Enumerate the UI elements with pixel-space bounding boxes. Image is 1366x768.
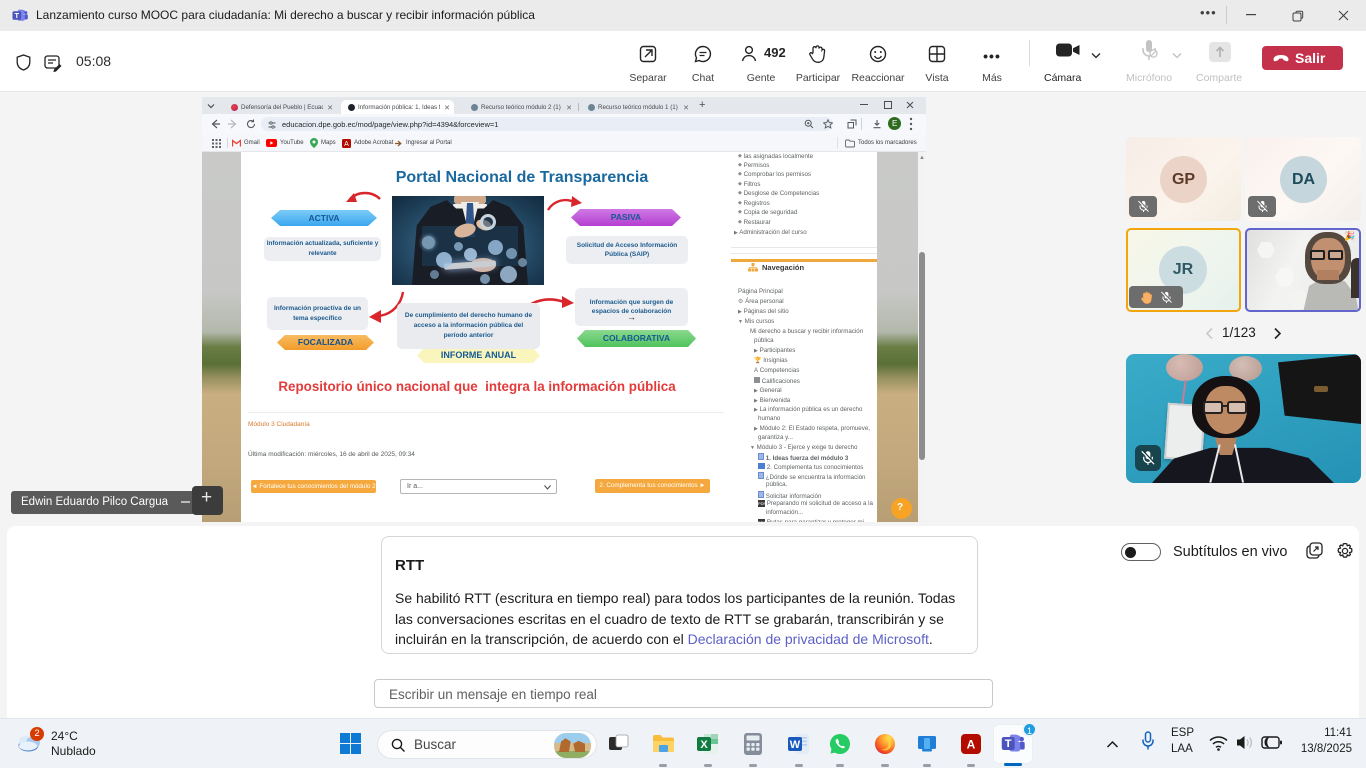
svg-text:T: T [15, 11, 20, 20]
svg-text:X: X [700, 739, 708, 751]
svg-text:T: T [1005, 738, 1012, 750]
svg-text:A: A [967, 738, 976, 752]
svg-text:W: W [790, 739, 801, 751]
svg-text:A: A [344, 141, 349, 148]
